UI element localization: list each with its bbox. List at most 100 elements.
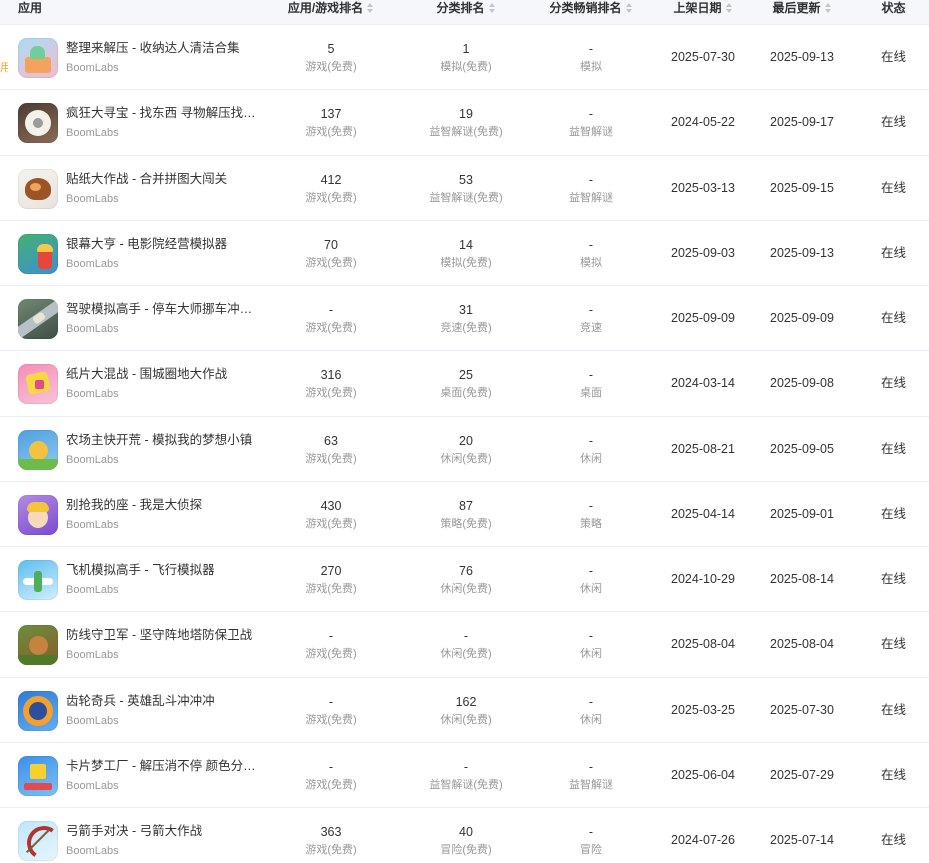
developer-name: BoomLabs (66, 584, 119, 596)
category-grossing-rank-value: - (588, 237, 594, 252)
category-grossing-rank-chart: 策略 (580, 517, 602, 530)
table-row: 驾驶模拟高手 - 停车大师挪车冲冲冲 BoomLabs - 游戏(免费) 31 … (0, 286, 929, 352)
app-game-rank-cell: 412 游戏(免费) (264, 156, 398, 220)
sort-ascending-icon[interactable] (367, 3, 374, 7)
app-name-link[interactable]: 防线守卫军 - 坚守阵地塔防保卫战 (66, 626, 261, 644)
last-update-date: 2025-09-01 (770, 506, 834, 521)
column-header-last-update[interactable]: 最后更新 (758, 0, 846, 24)
farm-town-icon[interactable] (18, 429, 58, 470)
popcorn-cinema-icon[interactable] (18, 233, 58, 274)
card-block-icon[interactable] (18, 755, 58, 796)
sort-descending-icon[interactable] (625, 9, 632, 13)
category-grossing-rank-cell: - 益智解谜 (534, 743, 648, 807)
app-name-link[interactable]: 贴纸大作战 - 合并拼图大闯关 (66, 170, 261, 188)
developer-name: BoomLabs (66, 845, 119, 857)
developer-name: BoomLabs (66, 192, 119, 205)
app-name-link[interactable]: 卡片梦工厂 - 解压消不停 颜色分… (66, 757, 261, 775)
mammoth-sticker-icon[interactable] (18, 168, 58, 209)
table-row: 银幕大亨 - 电影院经营模拟器 BoomLabs 70 游戏(免费) 14 模拟… (0, 221, 929, 286)
parking-car-icon[interactable] (18, 299, 58, 339)
app-game-rank-cell: 430 游戏(免费) (264, 482, 398, 546)
category-grossing-rank-chart: 竞速 (580, 322, 602, 334)
developer-name: BoomLabs (66, 323, 119, 335)
icon-artwork-detail (24, 782, 52, 790)
category-grossing-rank-value: - (588, 172, 594, 187)
sort-descending-icon[interactable] (367, 9, 374, 13)
app-cell: 疯狂大寻宝 - 找东西 寻物解压找… BoomLabs (0, 90, 264, 154)
airplane-icon[interactable] (18, 560, 58, 600)
tower-defense-icon[interactable] (18, 625, 58, 666)
app-name-link[interactable]: 弓箭手对决 - 弓箭大作战 (66, 822, 261, 840)
sort-caret-icon[interactable] (625, 3, 633, 13)
release-date: 2025-07-30 (671, 50, 735, 64)
bow-arrow-icon[interactable] (18, 821, 58, 861)
sort-ascending-icon[interactable] (824, 3, 831, 7)
release-date: 2025-03-25 (671, 702, 735, 717)
icon-artwork-detail (18, 655, 58, 666)
gear-hero-icon[interactable] (18, 690, 58, 731)
category-grossing-rank-chart: 模拟 (580, 256, 602, 269)
category-rank-value: 14 (459, 237, 473, 252)
table-row: 整理来解压 - 收纳达人清洁合集 BoomLabs 5 游戏(免费) 1 模拟(… (0, 25, 929, 91)
app-name-link[interactable]: 银幕大亨 - 电影院经营模拟器 (66, 235, 261, 253)
seat-detective-icon[interactable] (18, 494, 58, 535)
table-row: 贴纸大作战 - 合并拼图大闯关 BoomLabs 412 游戏(免费) 53 益… (0, 156, 929, 221)
sort-caret-icon[interactable] (725, 3, 733, 13)
app-name-link[interactable]: 飞机模拟高手 - 飞行模拟器 (66, 561, 261, 579)
app-game-rank-value: 5 (327, 42, 335, 56)
sort-descending-icon[interactable] (824, 9, 831, 13)
sort-ascending-icon[interactable] (625, 3, 632, 7)
truncated-tag-text: 用 (0, 62, 8, 74)
sort-caret-icon[interactable] (824, 3, 832, 13)
category-grossing-rank-chart: 休闲 (580, 713, 602, 726)
category-rank-chart: 竞速(免费) (440, 322, 492, 334)
app-name-link[interactable]: 疯狂大寻宝 - 找东西 寻物解压找… (66, 104, 261, 122)
sort-descending-icon[interactable] (488, 9, 495, 13)
category-rank-cell: 87 策略(免费) (398, 482, 534, 546)
category-rank-value: - (463, 759, 469, 774)
column-header-label: 应用 (18, 1, 43, 15)
app-info: 齿轮奇兵 - 英雄乱斗冲冲冲 BoomLabs (66, 692, 261, 729)
category-grossing-rank-value: - (588, 42, 594, 56)
paper-island-icon[interactable] (18, 364, 58, 405)
column-header-app-rank[interactable]: 应用/游戏排名 (264, 0, 398, 24)
app-cell: 飞机模拟高手 - 飞行模拟器 BoomLabs (0, 547, 264, 611)
status-text: 在线 (880, 767, 906, 782)
category-rank-value: 53 (459, 172, 473, 187)
sort-caret-icon[interactable] (488, 3, 496, 13)
app-name-link[interactable]: 整理来解压 - 收纳达人清洁合集 (66, 39, 261, 57)
sort-caret-icon[interactable] (367, 3, 374, 13)
sort-ascending-icon[interactable] (488, 3, 495, 7)
app-name-link[interactable]: 纸片大混战 - 围城圈地大作战 (66, 365, 261, 383)
app-info: 弓箭手对决 - 弓箭大作战 BoomLabs (66, 822, 261, 859)
column-header-release-date[interactable]: 上架日期 (648, 0, 758, 24)
toilet-paper-icon[interactable] (18, 103, 58, 144)
category-grossing-rank-chart: 益智解谜 (569, 126, 613, 139)
release-date: 2025-03-13 (671, 180, 735, 195)
app-name-link[interactable]: 驾驶模拟高手 - 停车大师挪车冲冲冲 (66, 300, 261, 318)
storage-box-icon[interactable] (18, 38, 58, 78)
developer-name: BoomLabs (66, 127, 119, 140)
table-row: 卡片梦工厂 - 解压消不停 颜色分… BoomLabs - 游戏(免费) - 益… (0, 743, 929, 808)
column-header-category-grossing-rank[interactable]: 分类畅销排名 (534, 0, 648, 24)
column-header-category-rank[interactable]: 分类排名 (398, 0, 534, 24)
app-game-rank-chart: 游戏(免费) (305, 61, 357, 73)
app-info: 贴纸大作战 - 合并拼图大闯关 BoomLabs (66, 170, 261, 207)
app-game-rank-value: - (328, 759, 334, 774)
status-text: 在线 (880, 637, 906, 652)
release-date: 2025-09-09 (671, 311, 735, 325)
sort-descending-icon[interactable] (725, 9, 732, 13)
status-text: 在线 (880, 572, 906, 586)
app-name-link[interactable]: 齿轮奇兵 - 英雄乱斗冲冲冲 (66, 692, 261, 710)
category-grossing-rank-cell: - 模拟 (534, 221, 648, 285)
sort-ascending-icon[interactable] (725, 3, 732, 7)
release-date: 2024-05-22 (671, 115, 735, 130)
category-rank-chart: 模拟(免费) (440, 256, 492, 269)
release-date: 2024-07-26 (671, 833, 735, 847)
category-grossing-rank-value: - (588, 498, 594, 513)
column-header-status: 状态 (846, 0, 929, 24)
category-rank-value: 1 (462, 42, 470, 56)
app-name-link[interactable]: 农场主快开荒 - 模拟我的梦想小镇 (66, 431, 261, 449)
category-grossing-rank-cell: - 模拟 (534, 25, 648, 89)
app-name-link[interactable]: 别抢我的座 - 我是大侦探 (66, 496, 261, 514)
